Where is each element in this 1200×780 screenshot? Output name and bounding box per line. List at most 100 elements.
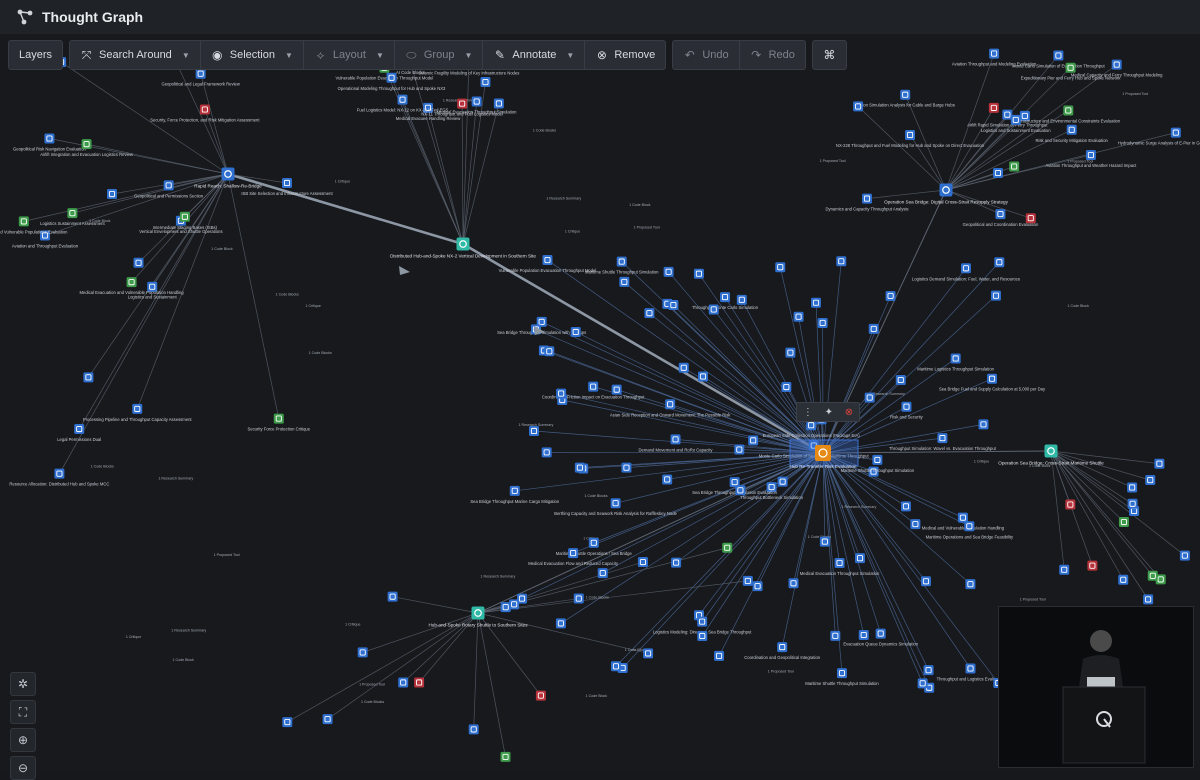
node-icon [588, 382, 598, 392]
edge-label: 1 Research Summary [171, 629, 206, 633]
graph-node: Berthing Capacity and Seawork Risk Analy… [554, 498, 677, 516]
graph-node: Coordination and Geopolitical Integratio… [744, 642, 821, 660]
node-icon [282, 717, 292, 727]
graph-node [753, 581, 763, 591]
node-icon [748, 435, 758, 445]
graph-node: Resource Allocation: Distributed Hub and… [9, 469, 109, 487]
chevron-down-icon: ▼ [182, 51, 190, 60]
node-icon [735, 485, 745, 495]
graph-node [853, 101, 863, 111]
node-icon [965, 579, 975, 589]
edge-label: 1 Proposed Tool [1020, 598, 1046, 602]
node-icon [494, 98, 504, 108]
node-label: Hydrodynamic Surge Analysis of E-Pier in… [1118, 141, 1200, 146]
layout-button[interactable]: ⟡ Layout ▼ [304, 41, 395, 69]
node-label: NX-228 Throughput and Fuel Modeling for … [836, 143, 985, 148]
node-label: Medical Evacuation Throughput Simulation [800, 571, 880, 576]
node-icon [127, 277, 137, 287]
node-label: Geopolitical Risk Navigation Evaluation [13, 147, 87, 152]
remove-icon: ⊗ [595, 48, 608, 62]
graph-node [921, 576, 931, 586]
hub-node: Distributed Hub-and-Spoke NX-2 Vertical … [390, 238, 536, 259]
node-icon [886, 291, 896, 301]
node-icon [901, 402, 911, 412]
graph-node [794, 312, 804, 322]
remove-button[interactable]: ⊗ Remove [585, 41, 665, 69]
node-icon [82, 139, 92, 149]
node-label: Coordination and Geopolitical Integratio… [744, 655, 821, 660]
node-icon [414, 677, 424, 687]
edge-label: 1 Proposed Tool [214, 553, 240, 557]
layers-button[interactable]: Layers [8, 40, 63, 70]
zoom-in-icon[interactable]: ⊕ [10, 728, 36, 752]
graph-node: Aviation Throughput and Weather Hazard I… [1046, 150, 1138, 168]
main-link [228, 174, 463, 244]
node-icon [398, 677, 408, 687]
graph-node [574, 594, 584, 604]
node-icon [918, 678, 928, 688]
edge [463, 103, 499, 244]
drag-handle-icon[interactable]: ⋮ [803, 407, 813, 418]
graph-node [698, 371, 708, 381]
toolbar-main-group: ⤧ Search Around ▼ ◉ Selection ▼ ⟡ Layout… [69, 40, 666, 70]
search-around-button[interactable]: ⤧ Search Around ▼ [70, 41, 201, 69]
graph-node [748, 435, 758, 445]
node-label: Medical and Vulnerable Population Handli… [922, 526, 1005, 531]
node-icon [921, 576, 931, 586]
node-label: Throughput Simulation: Wavel vs. Evacuat… [889, 446, 997, 451]
graph-node [611, 661, 621, 671]
redo-button[interactable]: ↷ Redo [740, 41, 805, 69]
graph-node [571, 327, 581, 337]
node-icon [644, 308, 654, 318]
selection-icon: ◉ [211, 48, 224, 62]
pin-icon[interactable]: ✦ [825, 407, 833, 418]
fit-graph-icon[interactable]: ✲ [10, 672, 36, 696]
edge [823, 453, 881, 634]
edge [228, 174, 279, 419]
node-icon [862, 194, 872, 204]
node-icon [1063, 105, 1073, 115]
node-icon [1154, 459, 1164, 469]
zoom-out-icon[interactable]: ⊖ [10, 756, 36, 780]
graph-node [107, 189, 117, 199]
node-icon [961, 263, 971, 273]
node-icon [200, 105, 210, 115]
node-label: Logistics Demand Simulation: Fuel, Water… [912, 276, 1020, 281]
graph-node [1026, 213, 1036, 223]
graph-node: Aviation Throughput and Modeling Evaluat… [952, 49, 1037, 67]
graph-node [910, 519, 920, 529]
graph-node: Maritime Logistics Throughput Simulation [917, 353, 994, 371]
annotate-button[interactable]: ✎ Annotate ▼ [483, 41, 585, 69]
history-group: ↶ Undo ↷ Redo [672, 40, 806, 70]
command-button[interactable]: ⌘ [813, 41, 846, 69]
edge [363, 613, 478, 652]
node-icon [872, 455, 882, 465]
edge [59, 174, 228, 474]
close-icon[interactable]: ⊗ [845, 407, 853, 418]
node-icon [818, 318, 828, 328]
graph-node: Maritime Shuttle Throughput Simulation [805, 668, 879, 686]
presenter-silhouette [999, 607, 1193, 767]
graph-node [836, 256, 846, 266]
edge [823, 296, 891, 453]
node-label: Demand Movement and RoRo Capacity [639, 447, 714, 452]
node-label: Security Force Protection Critique [247, 427, 310, 432]
selection-button[interactable]: ◉ Selection ▼ [201, 41, 304, 69]
edge-label: 1 Code Blocks [309, 351, 332, 355]
graph-node [820, 537, 830, 547]
graph-node [1059, 565, 1069, 575]
node-icon [1171, 128, 1181, 138]
node-icon [134, 258, 144, 268]
edge [676, 453, 823, 563]
undo-button[interactable]: ↶ Undo [673, 41, 739, 69]
graph-node [414, 677, 424, 687]
node-label: Sea Bridge Fuel and Supply Calculation a… [939, 387, 1046, 392]
graph-logo-icon [16, 8, 34, 26]
node-icon [619, 277, 629, 287]
edge [478, 613, 506, 757]
node-icon [643, 648, 653, 658]
fit-selection-icon[interactable]: ⛶ [10, 700, 36, 724]
node-label: Maritime Shuttle Throughput Simulation [805, 681, 879, 686]
node-icon [556, 618, 566, 628]
group-button[interactable]: ⬭ Group ▼ [395, 41, 484, 69]
